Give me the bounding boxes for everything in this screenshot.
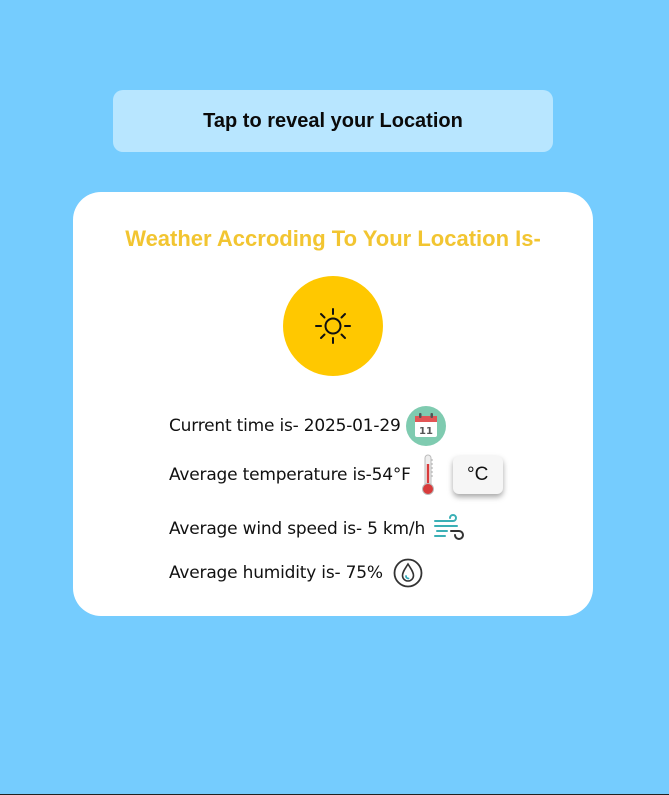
calendar-icon: 11 [405, 406, 446, 446]
wind-speed-row: Average wind speed is- 5 km/h [169, 514, 467, 544]
humidity-drop-icon [393, 558, 423, 588]
current-time-row: Current time is- 2025-01-29 11 [169, 406, 446, 446]
temperature-text: Average temperature is-54°F [169, 465, 411, 485]
humidity-text: Average humidity is- 75% [169, 563, 383, 583]
weather-title: Weather Accroding To Your Location Is- [125, 226, 541, 251]
weather-card: Weather Accroding To Your Location Is- C… [73, 192, 593, 616]
weather-condition-badge [283, 276, 383, 376]
sun-icon [314, 307, 352, 345]
calendar-day-label: 11 [419, 426, 433, 437]
temperature-row: Average temperature is-54°F °C [169, 454, 503, 496]
wind-icon [433, 514, 467, 544]
wind-speed-text: Average wind speed is- 5 km/h [169, 519, 426, 539]
celsius-toggle-button[interactable]: °C [452, 456, 503, 494]
reveal-location-button[interactable]: Tap to reveal your Location [113, 90, 553, 152]
thermometer-icon [421, 454, 435, 496]
current-time-text: Current time is- 2025-01-29 [169, 416, 401, 436]
humidity-row: Average humidity is- 75% [169, 558, 423, 588]
